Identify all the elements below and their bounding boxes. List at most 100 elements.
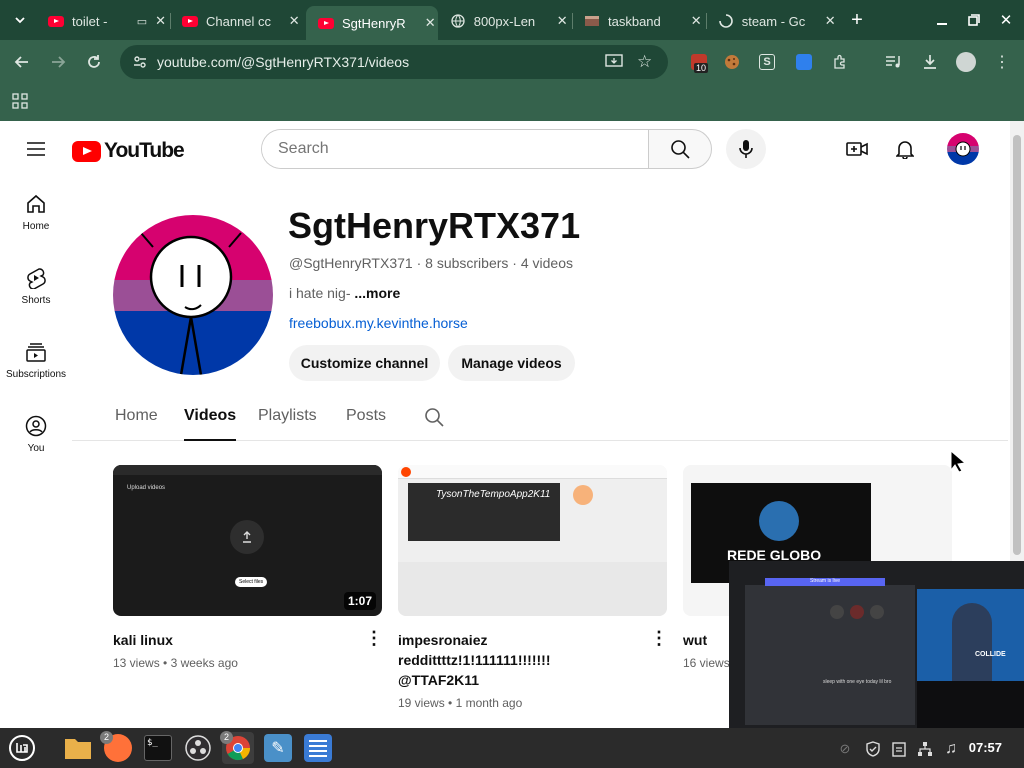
network-tray-icon[interactable] bbox=[916, 740, 934, 758]
scrollbar-thumb[interactable] bbox=[1013, 135, 1021, 555]
notifications-bell-icon[interactable] bbox=[893, 137, 917, 161]
browser-menu-icon[interactable]: ⋮ bbox=[991, 51, 1013, 73]
editor-icon[interactable]: ✎ bbox=[262, 732, 294, 764]
close-window-icon[interactable]: ✕ bbox=[994, 8, 1018, 32]
search-input[interactable] bbox=[262, 130, 649, 168]
voice-avatar bbox=[830, 605, 844, 619]
reload-icon[interactable] bbox=[83, 51, 105, 73]
browser-tab-2[interactable]: Channel cc ✕ bbox=[170, 6, 302, 36]
media-control-icon[interactable] bbox=[883, 51, 905, 73]
channel-link[interactable]: freebobux.my.kevinthe.horse bbox=[289, 315, 468, 331]
obs-icon[interactable] bbox=[182, 732, 214, 764]
extension-badge-icon[interactable]: 10 bbox=[688, 51, 710, 73]
browser-tab-5[interactable]: taskband ✕ bbox=[572, 6, 704, 36]
files-icon[interactable] bbox=[62, 732, 94, 764]
guide-item-shorts[interactable]: Shorts bbox=[0, 251, 72, 325]
create-video-icon[interactable] bbox=[845, 137, 869, 161]
extension-badge-count: 10 bbox=[694, 63, 709, 73]
cookie-extension-icon[interactable] bbox=[721, 51, 743, 73]
channel-search-icon[interactable] bbox=[424, 407, 444, 432]
video-title[interactable]: kali linux bbox=[113, 630, 348, 650]
video-card[interactable]: Upload videos Select files 1:07 kali lin… bbox=[113, 465, 384, 670]
video-thumbnail[interactable]: TysonTheTempoApp2K11 bbox=[398, 465, 667, 616]
notes-icon[interactable] bbox=[302, 732, 334, 764]
bookmark-star-icon[interactable]: ☆ bbox=[637, 52, 652, 72]
video-count: 4 videos bbox=[520, 255, 574, 271]
back-arrow-icon[interactable] bbox=[11, 51, 33, 73]
mint-menu-icon[interactable] bbox=[6, 732, 38, 764]
chrome-icon[interactable]: 2 bbox=[220, 731, 254, 764]
voice-search-button[interactable] bbox=[726, 129, 766, 169]
install-app-icon[interactable] bbox=[605, 54, 623, 75]
video-title[interactable]: impesronaiez reddittttz!1!111111!!!!!!! … bbox=[398, 630, 633, 690]
address-bar[interactable]: youtube.com/@SgtHenryRTX371/videos ☆ bbox=[120, 45, 668, 79]
close-tab-icon[interactable]: ✕ bbox=[153, 13, 168, 29]
close-tab-icon[interactable]: ✕ bbox=[688, 13, 704, 29]
updates-tray-icon[interactable]: ⊘ bbox=[836, 740, 854, 758]
shield-tray-icon[interactable] bbox=[864, 740, 882, 758]
guide-label: Shorts bbox=[21, 295, 51, 306]
youtube-play-icon bbox=[72, 140, 101, 162]
tab-search-chevron-icon[interactable] bbox=[8, 8, 32, 32]
music-tray-icon[interactable]: ♫ bbox=[942, 740, 960, 758]
you-icon bbox=[25, 415, 47, 437]
youtube-logo[interactable]: YouTube bbox=[72, 139, 185, 163]
tab-home[interactable]: Home bbox=[115, 407, 158, 441]
close-tab-icon[interactable]: ✕ bbox=[422, 15, 438, 31]
new-tab-button[interactable]: + bbox=[845, 8, 869, 32]
profile-avatar-icon[interactable] bbox=[955, 51, 977, 73]
taskbar-clock[interactable]: 07:57 bbox=[969, 740, 1002, 755]
globe-icon bbox=[450, 13, 466, 29]
browser-tab-1[interactable]: toilet - ▭ ✕ bbox=[36, 6, 168, 36]
video-card[interactable]: TysonTheTempoApp2K11 impesronaiez reddit… bbox=[398, 465, 669, 710]
discord-status-banner: Stream is live bbox=[765, 578, 885, 586]
video-views: 13 views bbox=[113, 656, 160, 670]
terminal-icon[interactable]: $_ bbox=[142, 732, 174, 764]
bookmarks-bar bbox=[0, 84, 1024, 121]
channel-name: SgtHenryRTX371 bbox=[288, 205, 581, 246]
translate-extension-icon[interactable] bbox=[793, 51, 815, 73]
browser-tab-6[interactable]: steam - Gc ✕ bbox=[706, 6, 838, 36]
tab-title: Channel cc bbox=[206, 13, 272, 29]
forward-arrow-icon[interactable] bbox=[47, 51, 69, 73]
hamburger-menu-icon[interactable] bbox=[24, 137, 48, 161]
youtube-icon bbox=[182, 13, 198, 29]
shorts-icon bbox=[27, 268, 46, 289]
search-icon bbox=[671, 140, 690, 159]
customize-channel-button[interactable]: Customize channel bbox=[289, 345, 440, 381]
close-tab-icon[interactable]: ✕ bbox=[286, 13, 302, 29]
apps-grid-icon[interactable] bbox=[12, 93, 28, 114]
site-settings-icon[interactable] bbox=[132, 54, 148, 75]
s-extension-icon[interactable]: S bbox=[756, 51, 778, 73]
clipboard-tray-icon[interactable] bbox=[890, 740, 908, 758]
video-menu-icon[interactable]: ⋮ bbox=[649, 628, 669, 649]
browser-toolbar: youtube.com/@SgtHenryRTX371/videos ☆ 10 … bbox=[0, 40, 1024, 84]
tab-videos[interactable]: Videos bbox=[184, 407, 237, 441]
more-link[interactable]: ...more bbox=[354, 285, 400, 301]
guide-item-home[interactable]: Home bbox=[0, 177, 72, 251]
download-icon[interactable] bbox=[919, 51, 941, 73]
thumb-caption: Upload videos bbox=[127, 485, 166, 491]
video-thumbnail[interactable]: Upload videos Select files 1:07 bbox=[113, 465, 382, 616]
guide-item-you[interactable]: You bbox=[0, 399, 72, 473]
extensions-puzzle-icon[interactable] bbox=[829, 51, 851, 73]
search-button[interactable] bbox=[648, 129, 712, 169]
taskbar: 2 $_ 2 ✎ ⊘ ♫ 07:57 bbox=[0, 728, 1024, 768]
thumb-caption: TysonTheTempoApp2K11 bbox=[436, 489, 551, 500]
account-avatar[interactable] bbox=[947, 133, 979, 165]
minimize-icon[interactable] bbox=[930, 8, 954, 32]
tab-playlists[interactable]: Playlists bbox=[258, 407, 317, 441]
streamer-figure bbox=[952, 603, 992, 681]
url-text[interactable]: youtube.com/@SgtHenryRTX371/videos bbox=[157, 54, 409, 70]
close-tab-icon[interactable]: ✕ bbox=[822, 13, 838, 29]
close-tab-icon[interactable]: ✕ bbox=[554, 13, 570, 29]
manage-videos-button[interactable]: Manage videos bbox=[448, 345, 575, 381]
browser-tab-4[interactable]: 800px-Len ✕ bbox=[438, 6, 570, 36]
guide-item-subscriptions[interactable]: Subscriptions bbox=[0, 325, 72, 399]
video-menu-icon[interactable]: ⋮ bbox=[364, 628, 384, 649]
restore-icon[interactable] bbox=[962, 8, 986, 32]
firefox-icon[interactable]: 2 bbox=[100, 731, 134, 764]
tab-posts[interactable]: Posts bbox=[346, 407, 386, 441]
channel-description[interactable]: i hate nig- ...more bbox=[289, 285, 400, 301]
browser-tab-3-active[interactable]: SgtHenryR ✕ bbox=[306, 6, 438, 40]
